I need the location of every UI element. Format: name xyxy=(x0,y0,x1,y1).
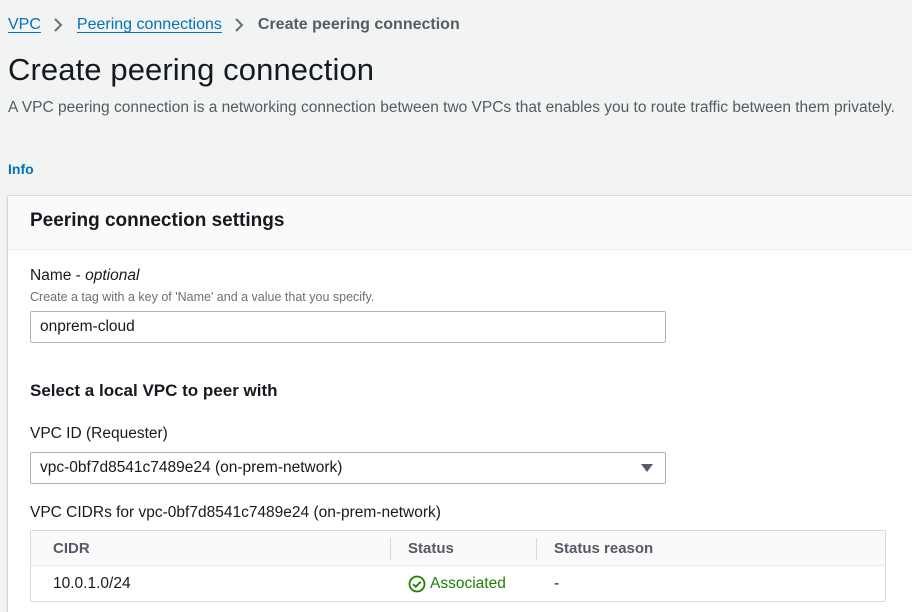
status-cell: Associated xyxy=(408,575,506,593)
vpc-cidrs-label: VPC CIDRs for vpc-0bf7d8541c7489e24 (on-… xyxy=(30,504,441,521)
vpc-cidrs-table: CIDR Status Status reason 10.0.1.0/24 As… xyxy=(30,530,886,602)
breadcrumb: VPC Peering connections Create peering c… xyxy=(8,14,460,36)
check-circle-icon xyxy=(408,575,426,593)
column-divider xyxy=(536,538,537,560)
vpc-id-select-value: vpc-0bf7d8541c7489e24 (on-prem-network) xyxy=(40,459,343,476)
vpc-id-label: VPC ID (Requester) xyxy=(30,425,168,442)
caret-down-icon xyxy=(638,463,656,473)
name-field-label: Name - optional xyxy=(30,267,139,285)
status-reason-cell: - xyxy=(554,575,560,592)
cidr-cell: 10.0.1.0/24 xyxy=(53,575,131,592)
name-input[interactable] xyxy=(30,311,666,343)
column-header-status[interactable]: Status xyxy=(408,540,454,557)
table-header: CIDR Status Status reason xyxy=(31,531,885,566)
name-label-text: Name - xyxy=(30,267,86,284)
breadcrumb-vpc-link[interactable]: VPC xyxy=(8,16,41,34)
column-divider xyxy=(390,538,391,560)
status-text: Associated xyxy=(430,575,506,592)
info-link[interactable]: Info xyxy=(8,161,34,177)
optional-marker: optional xyxy=(85,267,140,284)
local-vpc-heading: Select a local VPC to peer with xyxy=(30,381,278,400)
peering-settings-panel: Peering connection settings Name - optio… xyxy=(7,195,912,612)
chevron-right-icon xyxy=(234,17,244,33)
breadcrumb-peering-link[interactable]: Peering connections xyxy=(77,16,222,34)
panel-title: Peering connection settings xyxy=(30,210,285,231)
vpc-id-select[interactable]: vpc-0bf7d8541c7489e24 (on-prem-network) xyxy=(30,452,666,484)
page-description: A VPC peering connection is a networking… xyxy=(8,99,895,116)
page-title: Create peering connection xyxy=(8,52,375,87)
chevron-right-icon xyxy=(53,17,63,33)
breadcrumb-current: Create peering connection xyxy=(257,16,460,33)
name-field-hint: Create a tag with a key of 'Name' and a … xyxy=(30,290,375,304)
column-header-cidr[interactable]: CIDR xyxy=(53,540,90,557)
column-header-status-reason[interactable]: Status reason xyxy=(554,540,653,557)
panel-header: Peering connection settings xyxy=(8,196,912,250)
table-row: 10.0.1.0/24 Associated - xyxy=(31,566,885,602)
